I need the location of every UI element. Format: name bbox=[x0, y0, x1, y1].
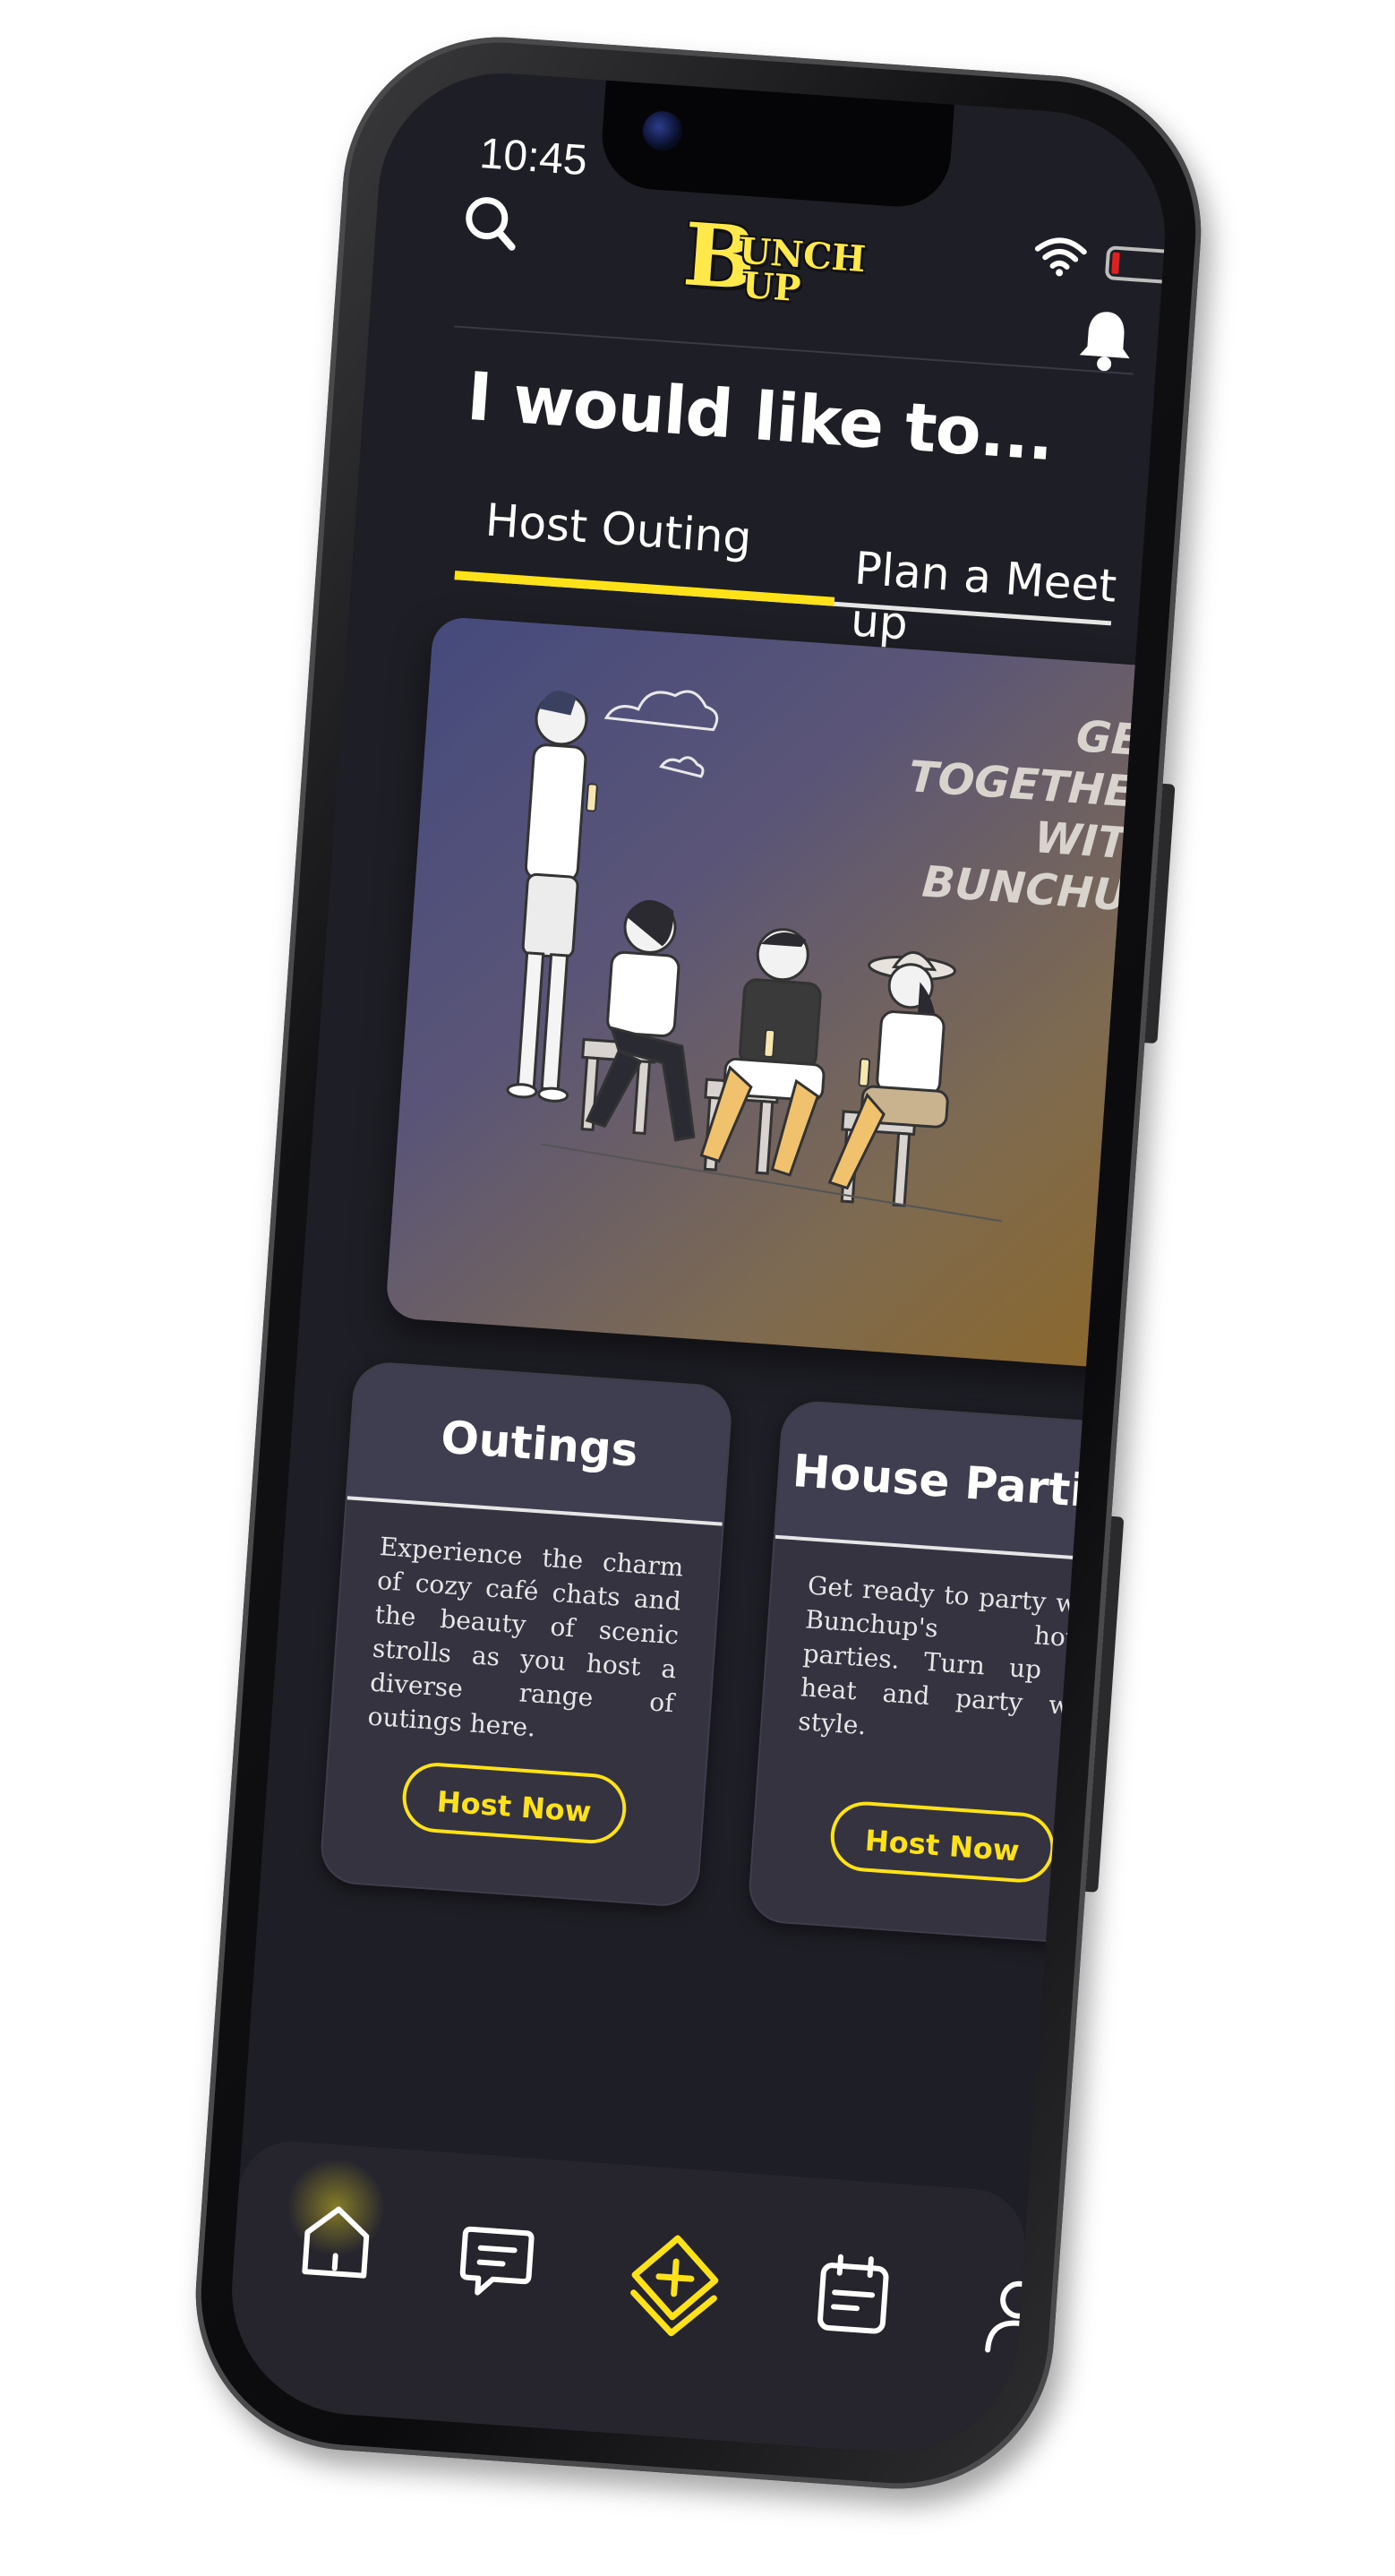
person-sitting-1 bbox=[585, 899, 696, 1142]
hero-banner[interactable]: GET TOGETHER WITH BUNCHUP bbox=[384, 615, 1174, 1371]
stage: 10:45 B UNCH UP I would like to... Host … bbox=[0, 0, 1395, 2576]
card-description: Experience the charm of cozy café chats … bbox=[366, 1531, 685, 1743]
status-time: 10:45 bbox=[477, 130, 589, 185]
bunchup-logo: B UNCH UP bbox=[680, 203, 901, 324]
chat-icon[interactable] bbox=[455, 2216, 537, 2307]
app-screen: 10:45 B UNCH UP I would like to... Host … bbox=[223, 64, 1174, 2461]
bottom-nav bbox=[223, 2137, 1047, 2461]
page-title: I would like to... bbox=[464, 357, 1056, 477]
home-icon[interactable] bbox=[295, 2196, 378, 2288]
camera-icon bbox=[641, 109, 684, 152]
wifi-icon bbox=[1034, 237, 1087, 277]
calendar-icon[interactable] bbox=[812, 2250, 894, 2341]
cloud-icon bbox=[603, 690, 719, 778]
phone-device: 10:45 B UNCH UP I would like to... Host … bbox=[184, 26, 1212, 2500]
tab-active-indicator bbox=[454, 571, 835, 606]
search-icon[interactable] bbox=[459, 192, 522, 254]
bell-icon[interactable] bbox=[1075, 306, 1137, 374]
card-header: Outings bbox=[347, 1361, 732, 1526]
tab-host-outing[interactable]: Host Outing bbox=[484, 494, 753, 564]
outings-card[interactable]: Outings Experience the charm of cozy caf… bbox=[318, 1360, 734, 1909]
host-now-button[interactable]: Host Now bbox=[828, 1799, 1057, 1885]
person-sitting-3 bbox=[827, 951, 956, 1190]
host-now-button[interactable]: Host Now bbox=[400, 1760, 629, 1846]
host-plus-icon[interactable] bbox=[621, 2228, 727, 2341]
card-title: Outings bbox=[439, 1411, 640, 1477]
logo-word-bottom: UP bbox=[740, 263, 802, 311]
